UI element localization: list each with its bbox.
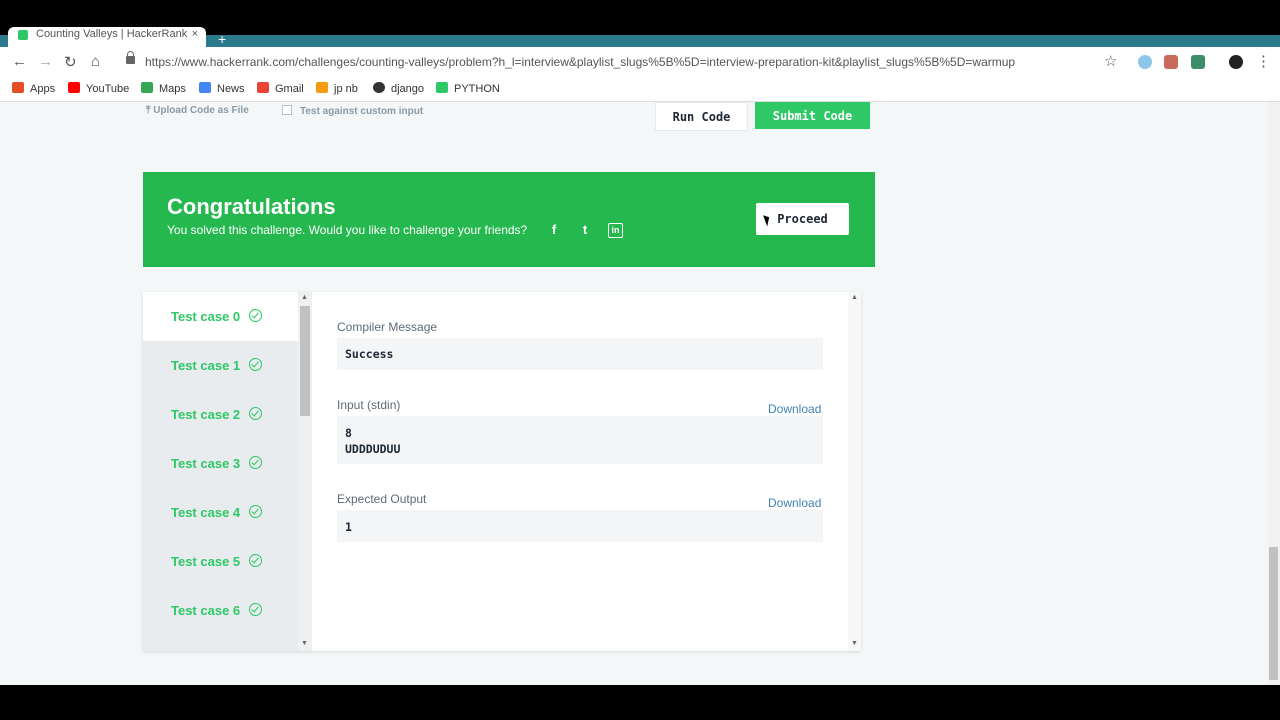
bookmark-youtube[interactable]: YouTube <box>68 82 129 95</box>
bookmark-gmail[interactable]: Gmail <box>257 82 304 95</box>
input-box: 8 UDDDUDUU <box>337 416 823 464</box>
congrats-title: Congratulations <box>167 194 336 219</box>
expected-output-value: 1 <box>345 520 352 534</box>
test-case-tab[interactable]: Test case 4 <box>143 488 298 537</box>
test-results-panel: Test case 0 Test case 1 Test case 2 Test… <box>143 292 861 651</box>
url-text[interactable]: https://www.hackerrank.com/challenges/co… <box>145 55 1015 69</box>
scroll-down-icon[interactable]: ▼ <box>301 640 308 647</box>
test-case-tab[interactable]: Test case 6 <box>143 586 298 635</box>
tab-title: Counting Valleys | HackerRank <box>36 28 188 40</box>
expected-output-label: Expected Output <box>337 492 427 506</box>
bookmark-django[interactable]: django <box>373 82 424 95</box>
congrats-message: You solved this challenge. Would you lik… <box>167 223 528 237</box>
menu-icon[interactable]: ⋮ <box>1256 52 1271 70</box>
address-bar[interactable]: https://www.hackerrank.com/challenges/co… <box>118 50 1128 76</box>
info-extension-icon[interactable] <box>1138 55 1152 69</box>
bookmarks-bar: Apps YouTube Maps News Gmail jp nb djang… <box>0 79 1280 102</box>
test-case-label: Test case 3 <box>171 456 241 471</box>
scroll-up-icon[interactable]: ▲ <box>301 294 308 301</box>
submit-code-button[interactable]: Submit Code <box>755 102 870 129</box>
input-label: Input (stdin) <box>337 398 401 412</box>
bookmark-jp-nb[interactable]: jp nb <box>316 82 358 95</box>
compiler-message-value: Success <box>345 347 394 361</box>
output-scrollbar[interactable] <box>848 292 861 651</box>
test-case-label: Test case 2 <box>171 407 241 422</box>
jp-nb-icon <box>316 82 328 93</box>
check-circle-icon <box>249 309 262 322</box>
run-code-button[interactable]: Run Code <box>655 102 748 131</box>
congratulations-banner: Congratulations You solved this challeng… <box>143 172 875 267</box>
tab-close-icon[interactable]: × <box>192 28 198 40</box>
upload-code-link[interactable]: ⤒ Upload Code as File <box>146 105 249 116</box>
django-icon <box>373 82 385 93</box>
input-line: 8 <box>345 426 352 440</box>
test-case-label: Test case 5 <box>171 554 241 569</box>
twitter-icon[interactable]: t <box>577 222 593 238</box>
forward-icon[interactable]: → <box>38 53 53 70</box>
check-circle-icon <box>249 603 262 616</box>
bookmark-maps[interactable]: Maps <box>141 82 186 95</box>
new-tab-button[interactable]: + <box>218 31 226 47</box>
test-case-scrollbar-thumb[interactable] <box>300 306 310 416</box>
custom-input-toggle[interactable]: Test against custom input <box>282 105 423 117</box>
test-case-tab[interactable]: Test case 5 <box>143 537 298 586</box>
page-scrollbar-thumb[interactable] <box>1269 547 1278 680</box>
compiler-message-box: Success <box>337 338 823 370</box>
test-case-label: Test case 0 <box>171 309 241 324</box>
profile-avatar[interactable] <box>1229 55 1243 69</box>
scroll-up-icon[interactable]: ▲ <box>851 294 858 301</box>
test-case-label: Test case 6 <box>171 603 241 618</box>
scroll-down-icon[interactable]: ▼ <box>851 640 858 647</box>
hackerrank-favicon-icon <box>18 30 28 40</box>
test-case-list: Test case 0 Test case 1 Test case 2 Test… <box>143 292 298 651</box>
bookmark-apps[interactable]: Apps <box>12 82 55 95</box>
browser-toolbar: ← → ↻ ⌂ https://www.hackerrank.com/chall… <box>0 47 1280 79</box>
home-icon[interactable]: ⌂ <box>91 53 100 70</box>
test-case-tab[interactable]: Test case 1 <box>143 341 298 390</box>
check-circle-icon <box>249 554 262 567</box>
maps-icon <box>141 82 153 93</box>
test-case-label: Test case 4 <box>171 505 241 520</box>
apps-grid-icon <box>12 82 24 93</box>
page-content: ⤒ Upload Code as File Test against custo… <box>0 102 1280 685</box>
download-input-link[interactable]: Download <box>768 402 821 416</box>
youtube-icon <box>68 82 80 93</box>
bookmark-star-icon[interactable]: ☆ <box>1104 52 1117 70</box>
facebook-icon[interactable]: f <box>546 222 562 238</box>
download-output-link[interactable]: Download <box>768 496 821 510</box>
back-icon[interactable]: ← <box>12 53 27 70</box>
test-case-tab[interactable]: Test case 0 <box>143 292 298 341</box>
custom-input-checkbox[interactable] <box>282 105 292 115</box>
news-icon <box>199 82 211 93</box>
check-circle-icon <box>249 407 262 420</box>
test-case-tab[interactable]: Test case 2 <box>143 390 298 439</box>
python-icon <box>436 82 448 93</box>
browser-tab[interactable]: Counting Valleys | HackerRank × <box>8 27 206 47</box>
lock-icon <box>126 51 135 64</box>
compiler-message-label: Compiler Message <box>337 320 438 334</box>
reload-icon[interactable]: ↻ <box>64 53 77 71</box>
expected-output-box: 1 <box>337 510 823 542</box>
check-circle-icon <box>249 456 262 469</box>
linkedin-icon[interactable]: in <box>608 223 623 238</box>
bookmark-python[interactable]: PYTHON <box>436 82 500 95</box>
test-case-tab[interactable]: Test case 3 <box>143 439 298 488</box>
input-line: UDDDUDUU <box>345 442 401 456</box>
check-circle-icon <box>249 505 262 518</box>
test-case-label: Test case 1 <box>171 358 241 373</box>
bookmark-news[interactable]: News <box>199 82 245 95</box>
pdf-extension-icon[interactable] <box>1164 55 1178 69</box>
docs-extension-icon[interactable] <box>1191 55 1205 69</box>
check-circle-icon <box>249 358 262 371</box>
gmail-icon <box>257 82 269 93</box>
